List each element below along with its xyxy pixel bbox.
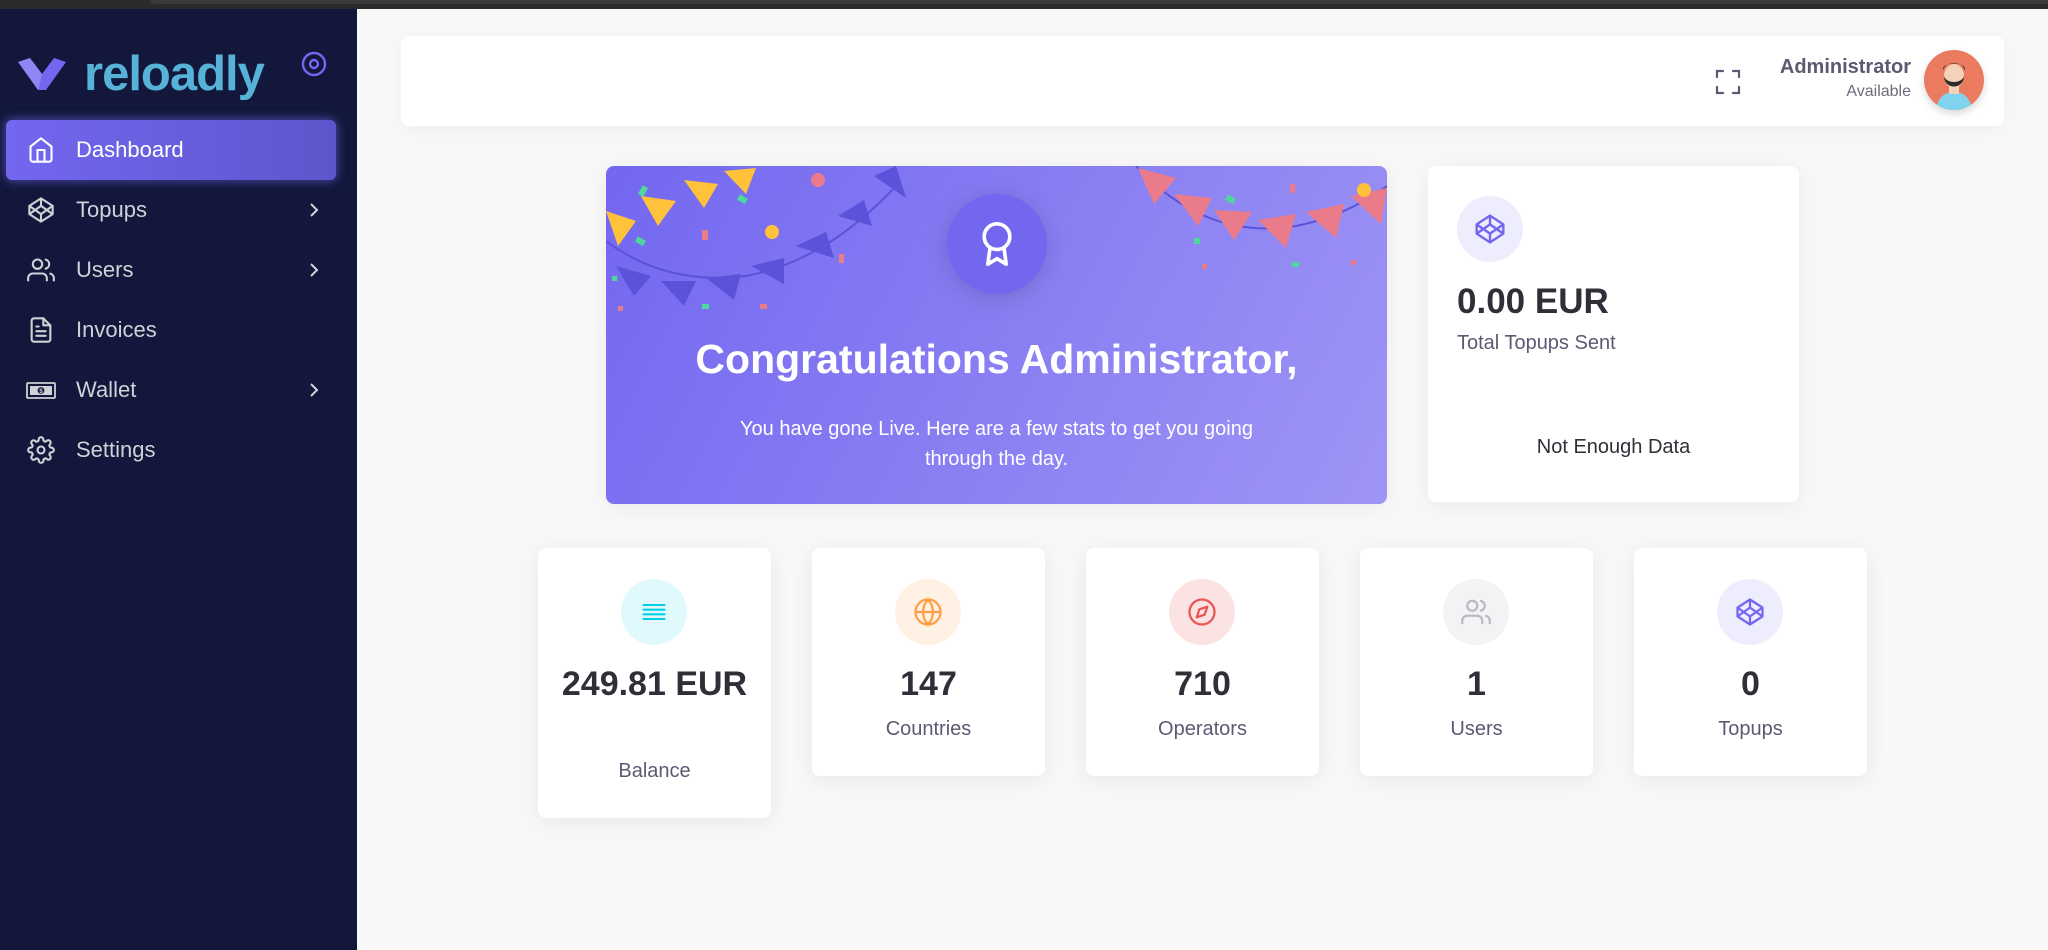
stat-label: Countries — [885, 718, 972, 740]
stat-value: 1 — [1467, 665, 1486, 703]
list-icon — [621, 579, 687, 645]
users-icon — [26, 255, 56, 285]
stat-label: Topups — [1718, 718, 1783, 740]
codepen-icon — [1717, 579, 1783, 645]
gear-icon — [26, 435, 56, 465]
chevron-right-icon — [310, 203, 319, 217]
stat-label: Operators — [1158, 718, 1247, 740]
sidebar-item-settings[interactable]: Settings — [6, 420, 336, 480]
sidebar-item-users[interactable]: Users — [6, 240, 336, 300]
sidebar: reloadly Dashboard Topups Users Invoices… — [0, 9, 357, 950]
sidebar-item-dashboard[interactable]: Dashboard — [6, 120, 336, 180]
sidebar-item-invoices[interactable]: Invoices — [6, 300, 336, 360]
award-badge-icon — [947, 194, 1047, 294]
reloadly-logo-icon — [18, 58, 66, 90]
stat-value: 710 — [1174, 665, 1231, 703]
stat-label: Users — [1450, 718, 1503, 740]
stat-card-users: 1 Users — [1360, 548, 1593, 776]
stat-card-topups: 0 Topups — [1634, 548, 1867, 776]
stat-label: Balance — [618, 760, 691, 782]
sidebar-item-label: Wallet — [76, 377, 137, 402]
file-text-icon — [26, 315, 56, 345]
home-icon — [26, 135, 56, 165]
banknote-icon: $ — [26, 375, 56, 405]
users-icon — [1443, 579, 1509, 645]
browser-top-strip — [0, 0, 2048, 9]
sidebar-collapse-toggle-icon[interactable] — [300, 50, 328, 78]
stat-value: 147 — [900, 665, 957, 703]
compass-icon — [1169, 579, 1235, 645]
brand-name: reloadly — [84, 46, 265, 101]
stat-card-countries: 147 Countries — [812, 548, 1045, 776]
congratulations-text: You have gone Live. Here are a few stats… — [740, 418, 1253, 470]
total-topups-sent-label: Total Topups Sent — [1457, 332, 1616, 354]
sidebar-item-wallet[interactable]: $ Wallet — [6, 360, 336, 420]
sidebar-nav: Dashboard Topups Users Invoices $ Wallet… — [6, 120, 336, 480]
brand-logo[interactable]: reloadly — [16, 46, 265, 101]
sidebar-item-label: Settings — [76, 437, 156, 462]
total-topups-sent-value: 0.00 EUR — [1457, 282, 1609, 321]
stat-value: 0 — [1741, 665, 1760, 703]
stat-card-balance: 249.81 EUR Balance — [538, 548, 771, 818]
sidebar-item-label: Invoices — [76, 317, 157, 342]
chevron-right-icon — [310, 383, 319, 397]
user-status: Available — [1846, 83, 1911, 100]
sidebar-item-label: Users — [76, 257, 134, 282]
avatar[interactable] — [1924, 50, 1984, 110]
congratulations-card: Congratulations Administrator, You have … — [606, 166, 1387, 504]
fullscreen-icon[interactable] — [1714, 68, 1742, 96]
empty-chart-message: Not Enough Data — [1536, 436, 1691, 458]
congratulations-title: Congratulations Administrator, — [695, 336, 1298, 382]
stat-value: 249.81 EUR — [561, 665, 748, 703]
sidebar-item-label: Dashboard — [76, 137, 184, 162]
globe-icon — [895, 579, 961, 645]
sidebar-item-topups[interactable]: Topups — [6, 180, 336, 240]
total-topups-sent-card: 0.00 EUR Total Topups Sent Not Enough Da… — [1428, 166, 1799, 502]
sidebar-item-label: Topups — [76, 197, 147, 222]
user-name[interactable]: Administrator — [1780, 56, 1911, 79]
codepen-icon — [26, 195, 56, 225]
top-navbar: Administrator Available — [401, 36, 2004, 126]
stat-card-operators: 710 Operators — [1086, 548, 1319, 776]
chevron-right-icon — [310, 263, 319, 277]
codepen-icon — [1457, 196, 1523, 262]
